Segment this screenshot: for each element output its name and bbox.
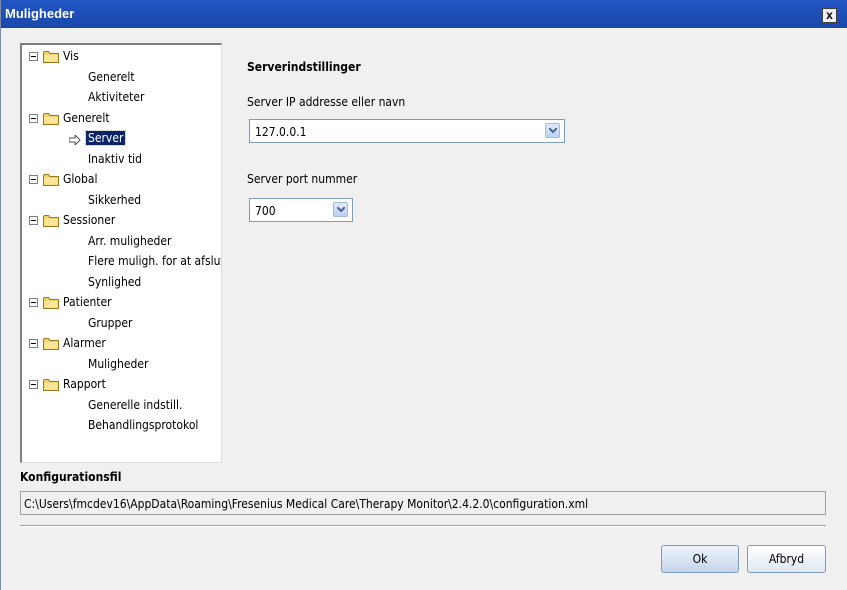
tree-item[interactable]: Grupper bbox=[22, 315, 220, 335]
tree-item-label-selected: Server bbox=[84, 130, 127, 146]
tree-item-label: Patienter bbox=[63, 295, 112, 309]
tree-item-label: Flere muligh. for at afslutte bbox=[88, 254, 222, 268]
collapse-icon[interactable] bbox=[29, 175, 38, 184]
tree-item[interactable]: Alarmer bbox=[22, 335, 220, 355]
port-value: 700 bbox=[255, 204, 276, 218]
collapse-icon[interactable] bbox=[29, 113, 38, 123]
tree-item[interactable]: Synlighed bbox=[22, 274, 220, 294]
tree-item[interactable]: Behandlingsprotokol bbox=[22, 417, 220, 437]
tree-item[interactable]: Generelt bbox=[22, 69, 220, 89]
config-path-text: C:\Users\fmcdev16\AppData\Roaming\Fresen… bbox=[24, 497, 589, 511]
tree-item[interactable]: Global bbox=[22, 171, 220, 191]
tree-item-label: Synlighed bbox=[88, 274, 142, 289]
tree-item-label: Muligheder bbox=[88, 356, 149, 371]
port-combobox[interactable]: 700 bbox=[249, 198, 353, 222]
folder-icon bbox=[43, 112, 59, 125]
config-file-title: Konfigurationsfil bbox=[20, 470, 122, 484]
tree-item[interactable]: Generelt bbox=[22, 110, 220, 130]
collapse-icon[interactable] bbox=[29, 339, 38, 348]
separator bbox=[20, 525, 826, 527]
tree-item[interactable]: Rapport bbox=[22, 376, 220, 396]
tree-item-label: Generelle indstill. bbox=[88, 397, 183, 412]
tree-item-label: Arr. muligheder bbox=[88, 233, 172, 248]
ok-button[interactable]: Ok bbox=[661, 545, 739, 573]
tree-item[interactable]: Aktiviteter bbox=[22, 89, 220, 109]
tree-item-label: Generelt bbox=[63, 110, 110, 125]
tree-item[interactable]: Server bbox=[22, 130, 220, 150]
title-bar[interactable]: Muligheder x bbox=[1, 0, 847, 28]
folder-icon bbox=[43, 337, 59, 350]
port-dropdown-button[interactable] bbox=[333, 202, 348, 217]
folder-icon bbox=[43, 296, 59, 309]
cancel-button[interactable]: Afbryd bbox=[747, 545, 826, 573]
tree-item[interactable]: Generelle indstill. bbox=[22, 397, 220, 417]
tree-item-label: Sessioner bbox=[63, 213, 116, 227]
section-title: Serverindstillinger bbox=[247, 60, 361, 74]
ip-dropdown-button[interactable] bbox=[545, 123, 560, 138]
tree-item[interactable]: Arr. muligheder bbox=[22, 233, 220, 253]
tree-item[interactable]: Muligheder bbox=[22, 356, 220, 376]
tree-item[interactable]: Sessioner bbox=[22, 212, 220, 232]
close-icon: x bbox=[826, 8, 833, 22]
options-dialog: Muligheder x Vis Generelt Aktiviteter Gener… bbox=[0, 0, 847, 590]
port-label: Server port nummer bbox=[247, 172, 358, 186]
tree-item[interactable]: Sikkerhed bbox=[22, 192, 220, 212]
close-button[interactable]: x bbox=[822, 8, 837, 23]
tree-item-label: Inaktiv tid bbox=[88, 151, 143, 166]
collapse-icon[interactable] bbox=[29, 380, 38, 389]
folder-icon bbox=[43, 173, 59, 186]
tree-item[interactable]: Flere muligh. for at afslutte bbox=[22, 253, 222, 273]
tree-item-label: Generelt bbox=[88, 69, 135, 84]
ip-value: 127.0.0.1 bbox=[255, 125, 307, 139]
tree-item-label: Grupper bbox=[88, 315, 133, 330]
folder-icon bbox=[43, 378, 59, 391]
arrow-right-icon bbox=[68, 133, 81, 147]
config-path-field: C:\Users\fmcdev16\AppData\Roaming\Fresen… bbox=[20, 491, 826, 515]
options-tree[interactable]: Vis Generelt Aktiviteter Generelt Server Inak… bbox=[20, 43, 222, 463]
collapse-icon[interactable] bbox=[29, 298, 38, 307]
chevron-down-icon bbox=[549, 128, 557, 134]
tree-item-label: Alarmer bbox=[63, 336, 106, 350]
folder-icon bbox=[43, 214, 59, 227]
chevron-down-icon bbox=[337, 207, 345, 213]
tree-item[interactable]: Patienter bbox=[22, 294, 220, 314]
tree-item[interactable]: Inaktiv tid bbox=[22, 151, 220, 171]
folder-icon bbox=[43, 50, 59, 63]
ip-combobox[interactable]: 127.0.0.1 bbox=[249, 119, 565, 143]
tree-item[interactable]: Vis bbox=[22, 48, 220, 68]
ip-label: Server IP addresse eller navn bbox=[247, 95, 406, 109]
tree-item-label: Rapport bbox=[63, 377, 106, 391]
tree-item-label: Sikkerhed bbox=[88, 192, 142, 207]
tree-item-label: Global bbox=[63, 172, 98, 186]
collapse-icon[interactable] bbox=[29, 52, 38, 61]
tree-item-label: Aktiviteter bbox=[88, 90, 145, 104]
collapse-icon[interactable] bbox=[29, 216, 38, 225]
window-title: Muligheder bbox=[5, 6, 75, 21]
tree-item-label: Vis bbox=[63, 49, 79, 63]
tree-item-label: Behandlingsprotokol bbox=[88, 418, 199, 432]
